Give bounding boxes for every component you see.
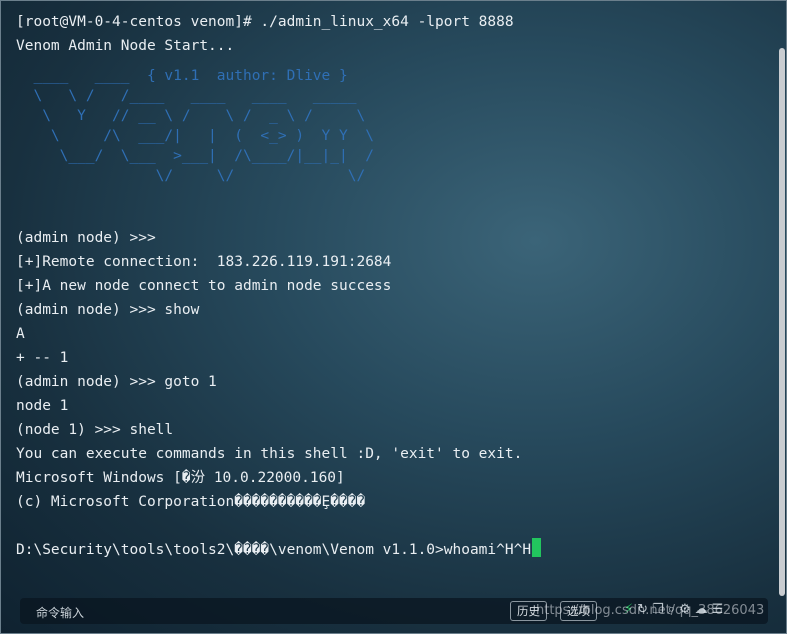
- terminal-line: [root@VM-0-4-centos venom]# ./admin_linu…: [16, 14, 514, 30]
- terminal-line: You can execute commands in this shell :…: [16, 446, 523, 462]
- terminal-line: Microsoft Windows [�汾 10.0.22000.160]: [16, 470, 345, 486]
- ascii-banner: ____ ____ { v1.1 author: Dlive } \ \ / /…: [33, 68, 374, 184]
- ascii-banner-block: ____ ____ { v1.1 author: Dlive } \ \ / /…: [16, 58, 766, 202]
- command-prompt: D:\Security\tools\tools2\����\venom\Veno…: [16, 542, 532, 558]
- terminal-line: [+]Remote connection: 183.226.119.191:26…: [16, 254, 392, 270]
- terminal-line: (admin node) >>> goto 1: [16, 374, 217, 390]
- terminal-line: Venom Admin Node Start...: [16, 38, 235, 54]
- terminal-line: (c) Microsoft Corporation����������Ȩ����: [16, 494, 366, 510]
- text-cursor: [532, 538, 542, 557]
- command-prompt-line[interactable]: D:\Security\tools\tools2\����\venom\Veno…: [16, 538, 766, 562]
- vertical-scrollbar[interactable]: [779, 48, 785, 596]
- terminal-line: [+]A new node connect to admin node succ…: [16, 278, 392, 294]
- terminal-line: A: [16, 326, 25, 342]
- terminal-line: (admin node) >>>: [16, 230, 156, 246]
- command-input[interactable]: 命令输入: [36, 604, 84, 621]
- terminal-line: + -- 1: [16, 350, 69, 366]
- watermark: https://blog.csdn.net/qq_38626043: [536, 603, 765, 618]
- terminal-line: (node 1) >>> shell: [16, 422, 174, 438]
- terminal-line: node 1: [16, 398, 69, 414]
- terminal-output[interactable]: [root@VM-0-4-centos venom]# ./admin_linu…: [16, 10, 766, 562]
- terminal-line: (admin node) >>> show: [16, 302, 200, 318]
